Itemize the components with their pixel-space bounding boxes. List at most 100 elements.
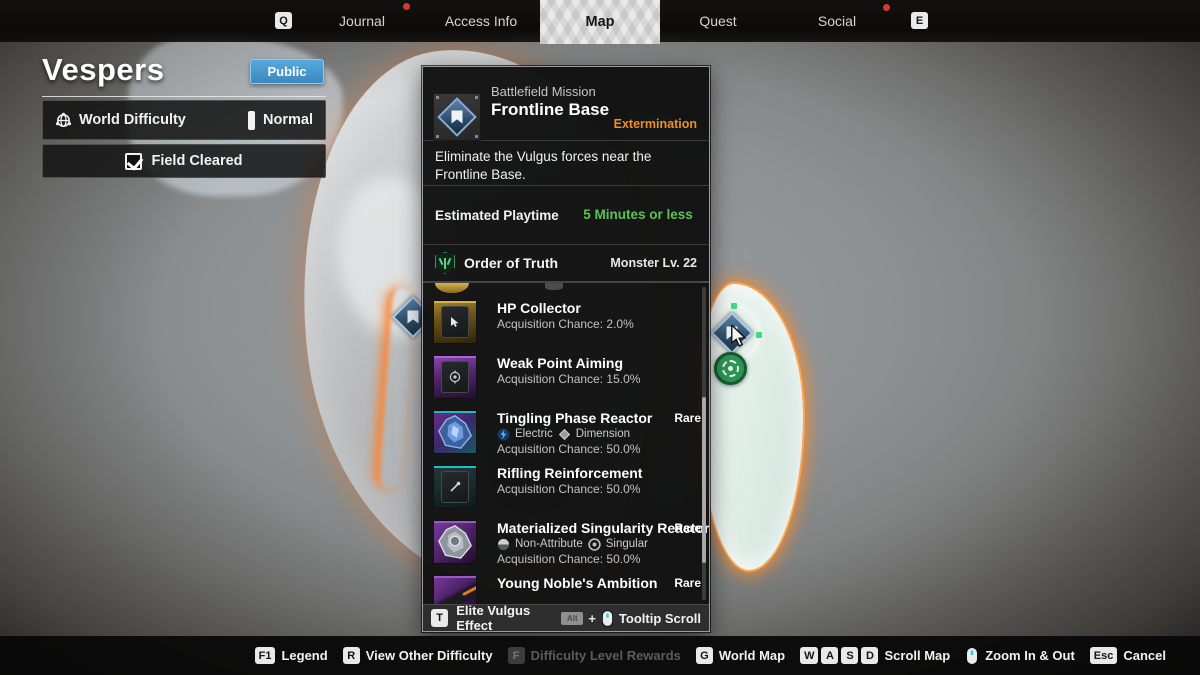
hint-world-map: G World Map [696,647,785,664]
faction-row: Order of Truth Monster Lv. 22 [423,245,709,283]
list-scrollbar[interactable] [702,287,706,600]
hint-zoom-in-out: Zoom In & Out [965,646,1075,666]
world-difficulty-value: Normal [263,112,313,128]
attribute-label: Non-Attribute [515,537,583,551]
hint-label: View Other Difficulty [366,648,493,663]
banner-icon [452,111,463,124]
esc-key: Esc [1090,647,1118,664]
d-key: D [861,647,878,664]
world-difficulty-label: World Difficulty [79,112,186,128]
attribute-label: Singular [606,537,648,551]
mission-type-label: Battlefield Mission [491,84,596,99]
tab-social[interactable]: Social [808,0,866,42]
singular-attribute-icon [588,538,601,551]
hint-difficulty-level-rewards-disabled: F Difficulty Level Rewards [508,647,681,664]
notification-dot [403,3,410,10]
ring-tick [756,332,762,338]
divider [42,96,326,97]
faction-name: Order of Truth [464,255,601,271]
item-chance: Acquisition Chance: 50.0% [497,552,667,567]
alt-key: Alt [561,612,583,625]
hint-label: Difficulty Level Rewards [531,648,681,663]
notification-dot [883,4,890,11]
module-card [441,361,469,393]
world-difficulty-icon [55,112,72,129]
reward-item-row: Weak Point Aiming Acquisition Chance: 15… [433,355,701,405]
hint-label: Zoom In & Out [985,648,1075,663]
mission-type-icon-tile [433,93,481,141]
objective-inner-ring [722,360,739,377]
mission-tooltip-panel: Battlefield Mission Frontline Base Exter… [422,66,710,632]
rifle-glyph [433,581,477,604]
f1-key: F1 [255,647,276,664]
top-menu-bar: Q Journal Access Info Map Quest Social E [0,0,1200,42]
a-key: A [821,647,838,664]
scrolled-item-fragment [435,283,469,293]
playtime-value: 5 Minutes or less [579,206,697,224]
module-card [441,306,469,338]
item-attributes: Non-Attribute Singular [497,537,667,551]
tab-journal[interactable]: Journal [329,0,395,42]
r-key: R [343,647,360,664]
tab-label: Social [818,13,856,29]
objective-marker-icon[interactable] [714,352,747,385]
tab-label: Map [586,14,615,30]
hint-label: Scroll Map [884,648,950,663]
hint-label: World Map [719,648,785,663]
reward-item-row: Tingling Phase Reactor Electric Dimensio… [433,410,701,460]
f-key: F [508,647,525,664]
g-key: G [696,647,713,664]
rarity-badge: Rare [674,521,701,535]
tab-quest[interactable]: Quest [689,0,746,42]
rifling-reinforcement-glyph [448,480,462,494]
public-badge: Public [250,59,324,84]
tab-map-selected[interactable]: Map [540,0,660,44]
tooltip-scroll-label: Tooltip Scroll [619,611,701,626]
scrollbar-thumb[interactable] [702,397,706,563]
region-info-panel: Vespers Public World Difficulty Normal F… [42,52,326,178]
hint-label: Legend [281,648,327,663]
faction-emblem [444,258,446,269]
reward-item-row: HP Collector Acquisition Chance: 2.0% [433,300,701,350]
banner-icon [408,311,419,324]
silver-crystal-glyph [436,523,474,561]
mission-description: Eliminate the Vulgus forces near the Fro… [423,141,709,186]
attribute-label: Electric [515,427,553,441]
hint-legend: F1 Legend [255,647,328,664]
world-difficulty-selector[interactable]: World Difficulty Normal [42,100,326,140]
attribute-label: Dimension [576,427,630,441]
tab-label: Quest [699,13,736,29]
difficulty-level-bar-icon [248,111,255,130]
item-chance: Acquisition Chance: 50.0% [497,442,667,457]
tooltip-footer: T Elite Vulgus Effect Alt + Tooltip Scro… [423,604,709,631]
item-name: Rifling Reinforcement [497,465,667,481]
mouse-scroll-icon [965,646,979,666]
tab-label: Access Info [445,13,517,29]
ring-tick [731,303,737,309]
module-item-icon [433,300,477,344]
plus-sign: + [588,611,596,626]
item-name: Materialized Singularity Reactor [497,520,667,536]
item-name: HP Collector [497,300,667,316]
reward-item-row: Materialized Singularity Reactor Non-Att… [433,520,701,570]
key-hint-bar: F1 Legend R View Other Difficulty F Diff… [0,636,1200,675]
hint-view-other-difficulty: R View Other Difficulty [343,647,493,664]
hint-scroll-map: W A S D Scroll Map [800,647,950,664]
cycle-left-key: Q [275,12,292,29]
objective-dot [728,366,733,371]
reactor-item-icon [433,410,477,454]
mouse-scroll-icon [601,609,614,628]
non-attribute-icon [497,538,510,551]
hint-label: Cancel [1123,648,1166,663]
tab-access-info[interactable]: Access Info [435,0,527,42]
elite-effect-label: Elite Vulgus Effect [456,603,561,633]
rarity-badge: Rare [674,576,701,590]
reactor-item-icon [433,520,477,564]
battlefield-mission-icon [437,97,477,137]
mission-header: Battlefield Mission Frontline Base Exter… [423,67,709,141]
monster-level: Monster Lv. 22 [610,256,697,270]
reward-items-list: HP Collector Acquisition Chance: 2.0% We… [423,283,709,604]
reward-item-row: Rifling Reinforcement Acquisition Chance… [433,465,701,515]
s-key: S [841,647,858,664]
mission-category: Extermination [614,117,697,131]
